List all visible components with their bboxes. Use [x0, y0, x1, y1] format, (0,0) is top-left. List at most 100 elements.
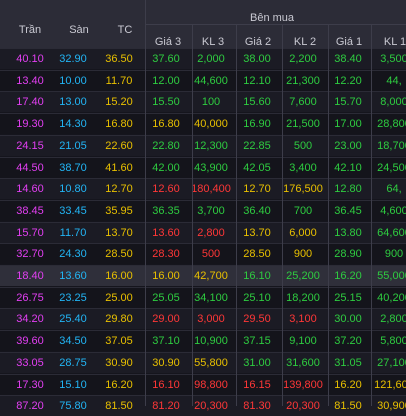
cell-tran: 24.15 [16, 139, 44, 152]
cell-gia2: 12.10 [243, 74, 271, 87]
table-row[interactable]: 33.05 28.75 30.90 30.90 55,800 31.00 31,600 31.… [0, 351, 406, 373]
table-row[interactable]: 24.15 21.05 22.60 22.80 12,300 22.85 500 23.00 1… [0, 134, 406, 156]
table-row[interactable]: 17.40 13.00 15.20 15.50 100 15.60 7,600 15.70 8,… [0, 91, 406, 113]
column-divider [328, 24, 329, 406]
cell-gia3: 25.05 [152, 291, 180, 304]
cell-kl3: 40,000 [194, 118, 228, 131]
column-divider [371, 24, 372, 406]
cell-kl1: 4,600 [380, 204, 406, 217]
cell-tc: 36.50 [105, 53, 133, 65]
cell-san: 33.45 [59, 204, 87, 217]
cell-kl3: 34,100 [194, 291, 228, 304]
cell-gia3: 29.00 [152, 313, 180, 326]
table-row[interactable]: 40.10 32.90 36.50 37.60 2,000 38.00 2,200 38.40… [0, 48, 406, 69]
cell-gia3: 22.80 [152, 139, 180, 152]
column-divider [145, 0, 146, 406]
cell-san: 10.80 [59, 183, 87, 196]
cell-kl3: 43,900 [194, 161, 228, 174]
cell-tran: 17.30 [16, 378, 44, 391]
cell-gia2: 16.10 [243, 270, 271, 282]
cell-tc: 16.80 [105, 118, 133, 131]
cell-kl3: 98,800 [194, 378, 228, 391]
cell-san: 21.05 [59, 139, 87, 152]
col-header-kl1: KL 1 [383, 36, 406, 48]
cell-gia1: 25.15 [334, 291, 362, 304]
col-header-kl2: KL 2 [293, 36, 317, 48]
cell-tc: 29.80 [105, 313, 133, 326]
cell-kl2: 21,300 [286, 74, 320, 87]
cell-kl1: 3,500 [380, 53, 406, 65]
cell-gia1: 42.10 [334, 161, 362, 174]
cell-gia3: 42.00 [152, 161, 180, 174]
cell-gia1: 37.20 [334, 335, 362, 348]
cell-tc: 37.05 [105, 335, 133, 348]
cell-kl2: 7,600 [289, 96, 317, 109]
col-header-gia1: Giá 1 [335, 36, 363, 48]
cell-gia1: 12.20 [334, 74, 362, 87]
cell-kl1: 121,600 [374, 378, 406, 391]
cell-gia2: 38.00 [243, 53, 271, 65]
cell-kl1: 55,000 [377, 270, 406, 282]
cell-kl2: 2,200 [289, 53, 317, 65]
cell-tran: 44.50 [16, 161, 44, 174]
cell-gia1: 30.00 [334, 313, 362, 326]
cell-gia1: 13.80 [334, 226, 362, 239]
cell-tran: 39.60 [16, 335, 44, 348]
cell-tc: 30.90 [105, 356, 133, 369]
cell-tc: 16.20 [105, 378, 133, 391]
cell-gia2: 13.70 [243, 226, 271, 239]
table-row[interactable]: 15.70 11.70 13.70 13.60 2,800 13.70 6,000 13.80… [0, 221, 406, 243]
cell-gia3: 37.60 [152, 53, 180, 65]
cell-tc: 25.00 [105, 291, 133, 304]
cell-kl3: 2,800 [197, 226, 225, 239]
cell-tc: 12.70 [105, 183, 133, 196]
table-row[interactable]: 26.75 23.25 25.00 25.05 34,100 25.10 18,200 25.… [0, 286, 406, 308]
cell-san: 11.70 [59, 226, 87, 239]
cell-gia2: 16.15 [243, 378, 271, 391]
cell-gia3: 36.35 [152, 204, 180, 217]
cell-kl3: 100 [201, 96, 221, 109]
cell-kl1: 30,900 [377, 400, 406, 413]
cell-kl2: 6,000 [289, 226, 317, 239]
cell-kl3: 500 [201, 248, 221, 261]
cell-gia2: 12.70 [243, 183, 271, 196]
cell-kl1: 18,700 [377, 139, 406, 152]
cell-san: 28.75 [59, 356, 87, 369]
table-row[interactable]: 34.20 25.40 29.80 29.00 3,000 29.50 3,100 30.00… [0, 308, 406, 330]
cell-gia3: 30.90 [152, 356, 180, 369]
cell-san: 75.80 [59, 400, 87, 413]
cell-kl3: 10,900 [194, 335, 228, 348]
table-row[interactable]: 13.40 10.00 11.70 12.00 44,600 12.10 21,300 12.… [0, 69, 406, 91]
cell-kl1: 2,800 [380, 313, 406, 326]
cell-kl2: 500 [293, 139, 313, 152]
table-row[interactable]: 32.70 24.30 28.50 28.30 500 28.50 900 28.90 900 [0, 243, 406, 265]
cell-kl3: 180,400 [191, 183, 231, 196]
cell-tc: 11.70 [105, 74, 133, 87]
cell-tran: 18.40 [16, 270, 44, 282]
table-row[interactable]: 17.30 15.10 16.20 16.10 98,800 16.15 139,800 16… [0, 373, 406, 395]
cell-gia2: 22.85 [243, 139, 271, 152]
cell-kl2: 700 [293, 204, 313, 217]
cell-san: 14.30 [59, 118, 87, 131]
cell-tc: 15.20 [105, 96, 133, 109]
table-row[interactable]: 19.30 14.30 16.80 16.80 40,000 16.90 21,500 17.… [0, 113, 406, 135]
cell-kl2: 20,300 [286, 400, 320, 413]
cell-gia2: 36.40 [243, 204, 271, 217]
cell-kl2: 900 [293, 248, 313, 261]
cell-kl2: 176,500 [283, 183, 323, 196]
cell-kl3: 2,000 [197, 53, 225, 65]
cell-gia1: 16.20 [334, 270, 362, 282]
cell-gia2: 29.50 [243, 313, 271, 326]
table-row[interactable]: 44.50 38.70 41.60 42.00 43,900 42.05 3,400 42.1… [0, 156, 406, 178]
table-row[interactable]: 14.60 10.80 12.70 12.60 180,400 12.70 176,500 1… [0, 178, 406, 200]
table-row[interactable]: 38.45 33.45 35.95 36.35 3,700 36.40 700 36.45 4,… [0, 199, 406, 221]
cell-tran: 15.70 [16, 226, 44, 239]
table-row[interactable]: 39.60 34.50 37.05 37.10 10,900 37.15 9,100 37.2… [0, 330, 406, 352]
cell-kl3: 3,700 [197, 204, 225, 217]
table-row[interactable]: 18.40 13.60 16.00 16.00 42,700 16.10 25,200 16.… [0, 265, 406, 286]
cell-tran: 33.05 [16, 356, 44, 369]
cell-gia1: 17.00 [334, 118, 362, 131]
cell-gia2: 28.50 [243, 248, 271, 261]
cell-gia2: 42.05 [243, 161, 271, 174]
cell-tran: 17.40 [16, 96, 44, 109]
